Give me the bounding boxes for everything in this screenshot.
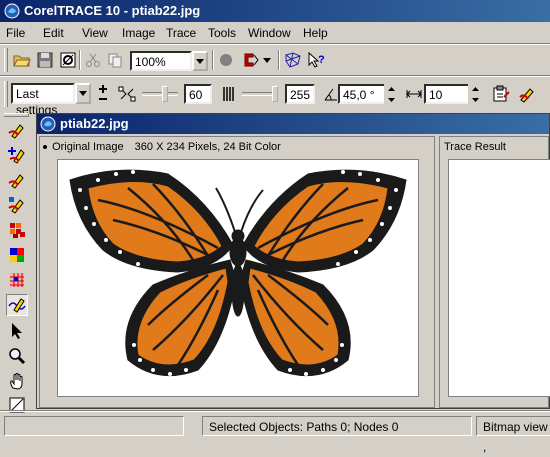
grid-pattern-icon[interactable] xyxy=(6,269,28,291)
trace-result-canvas[interactable] xyxy=(448,159,550,397)
status-bar: Selected Objects: Paths 0; Nodes 0 Bitma… xyxy=(0,410,550,454)
corel-app-icon xyxy=(4,3,20,19)
original-image-canvas[interactable] xyxy=(57,159,419,397)
trace-mesh-icon[interactable] xyxy=(282,49,304,71)
trace-result-header: Trace Result xyxy=(442,139,546,155)
save-icon[interactable] xyxy=(34,49,56,71)
scan-icon[interactable] xyxy=(57,49,79,71)
menu-bar: File Edit View Image Trace Tools Window … xyxy=(0,22,550,43)
app-title: CorelTRACE 10 - ptiab22.jpg xyxy=(24,3,201,18)
help-cursor-icon[interactable]: ? xyxy=(305,49,327,71)
color-count-field[interactable]: 255 xyxy=(285,84,315,104)
menu-file[interactable]: File xyxy=(6,26,25,40)
pen-trace-icon[interactable] xyxy=(6,119,28,141)
original-image-header: Original Image 360 X 234 Pixels, 24 Bit … xyxy=(42,139,432,155)
wave-trace-icon[interactable] xyxy=(6,294,28,316)
bullet-icon xyxy=(43,145,47,150)
preset-select[interactable]: Last settings xyxy=(11,83,75,117)
menu-tools[interactable]: Tools xyxy=(208,26,236,40)
document-icon xyxy=(40,116,56,132)
divider xyxy=(212,50,214,70)
pen-edit-icon[interactable] xyxy=(6,169,28,191)
standard-toolbar: 100% ? xyxy=(0,45,550,75)
document-title-bar[interactable]: ptiab22.jpg xyxy=(37,114,549,134)
status-view: Bitmap view , xyxy=(476,416,550,454)
width-icon xyxy=(403,83,425,105)
menu-image[interactable]: Image xyxy=(122,26,155,40)
toolbar-grip[interactable] xyxy=(4,113,29,117)
color-reduction-icon xyxy=(218,83,240,105)
node-reduction-slider[interactable] xyxy=(142,86,178,102)
cut-icon[interactable] xyxy=(82,49,104,71)
property-bar: Last settings 60 255 45,0 ° 10 xyxy=(0,77,550,117)
hand-pan-icon[interactable] xyxy=(6,370,28,392)
chevron-down-icon[interactable] xyxy=(192,51,208,71)
divider xyxy=(278,50,280,70)
menu-help[interactable]: Help xyxy=(303,26,328,40)
trace-result-label: Trace Result xyxy=(444,141,506,153)
angle-spinner[interactable] xyxy=(384,83,398,105)
copy-icon[interactable] xyxy=(104,49,126,71)
menu-window[interactable]: Window xyxy=(248,26,291,40)
trace-result-pane: Trace Result xyxy=(439,136,550,408)
pen-trace-icon[interactable] xyxy=(516,83,538,105)
color-block-icon[interactable] xyxy=(6,244,28,266)
svg-text:?: ? xyxy=(318,54,325,66)
pen-color-icon[interactable] xyxy=(6,194,28,216)
mosaic-icon[interactable] xyxy=(6,219,28,241)
zoom-select[interactable]: 100% xyxy=(130,51,192,71)
divider xyxy=(0,410,550,412)
document-window: ptiab22.jpg Original Image 360 X 234 Pix… xyxy=(36,113,550,409)
pointer-icon[interactable] xyxy=(6,320,28,342)
add-remove-preset-button[interactable] xyxy=(94,83,112,105)
node-reduction-icon xyxy=(116,83,138,105)
circle-icon[interactable] xyxy=(215,49,237,71)
original-image-label: Original Image xyxy=(52,141,124,153)
menu-trace[interactable]: Trace xyxy=(166,26,196,40)
butterfly-image xyxy=(69,169,407,377)
chevron-down-icon[interactable] xyxy=(75,83,91,104)
original-image-pane: Original Image 360 X 234 Pixels, 24 Bit … xyxy=(39,136,435,408)
status-selection: Selected Objects: Paths 0; Nodes 0 xyxy=(202,416,472,436)
trace-magnet-icon[interactable] xyxy=(240,49,262,71)
node-reduction-field[interactable]: 60 xyxy=(184,84,212,104)
original-image-info: 360 X 234 Pixels, 24 Bit Color xyxy=(134,141,281,153)
menu-edit[interactable]: Edit xyxy=(43,26,64,40)
document-title: ptiab22.jpg xyxy=(60,116,129,131)
menu-view[interactable]: View xyxy=(82,26,108,40)
status-panel-empty xyxy=(4,416,184,436)
divider xyxy=(79,50,81,70)
toolbar-grip[interactable] xyxy=(4,48,8,72)
pen-plus-icon[interactable] xyxy=(6,144,28,166)
color-count-slider[interactable] xyxy=(242,86,278,102)
app-title-bar: CorelTRACE 10 - ptiab22.jpg xyxy=(0,0,550,22)
export-clipboard-icon[interactable] xyxy=(490,83,512,105)
left-toolbox xyxy=(0,113,34,413)
zoom-icon[interactable] xyxy=(6,345,28,367)
width-spinner[interactable] xyxy=(468,83,482,105)
toolbar-grip[interactable] xyxy=(4,81,8,107)
open-folder-icon[interactable] xyxy=(11,49,33,71)
chevron-down-icon[interactable] xyxy=(260,49,274,71)
